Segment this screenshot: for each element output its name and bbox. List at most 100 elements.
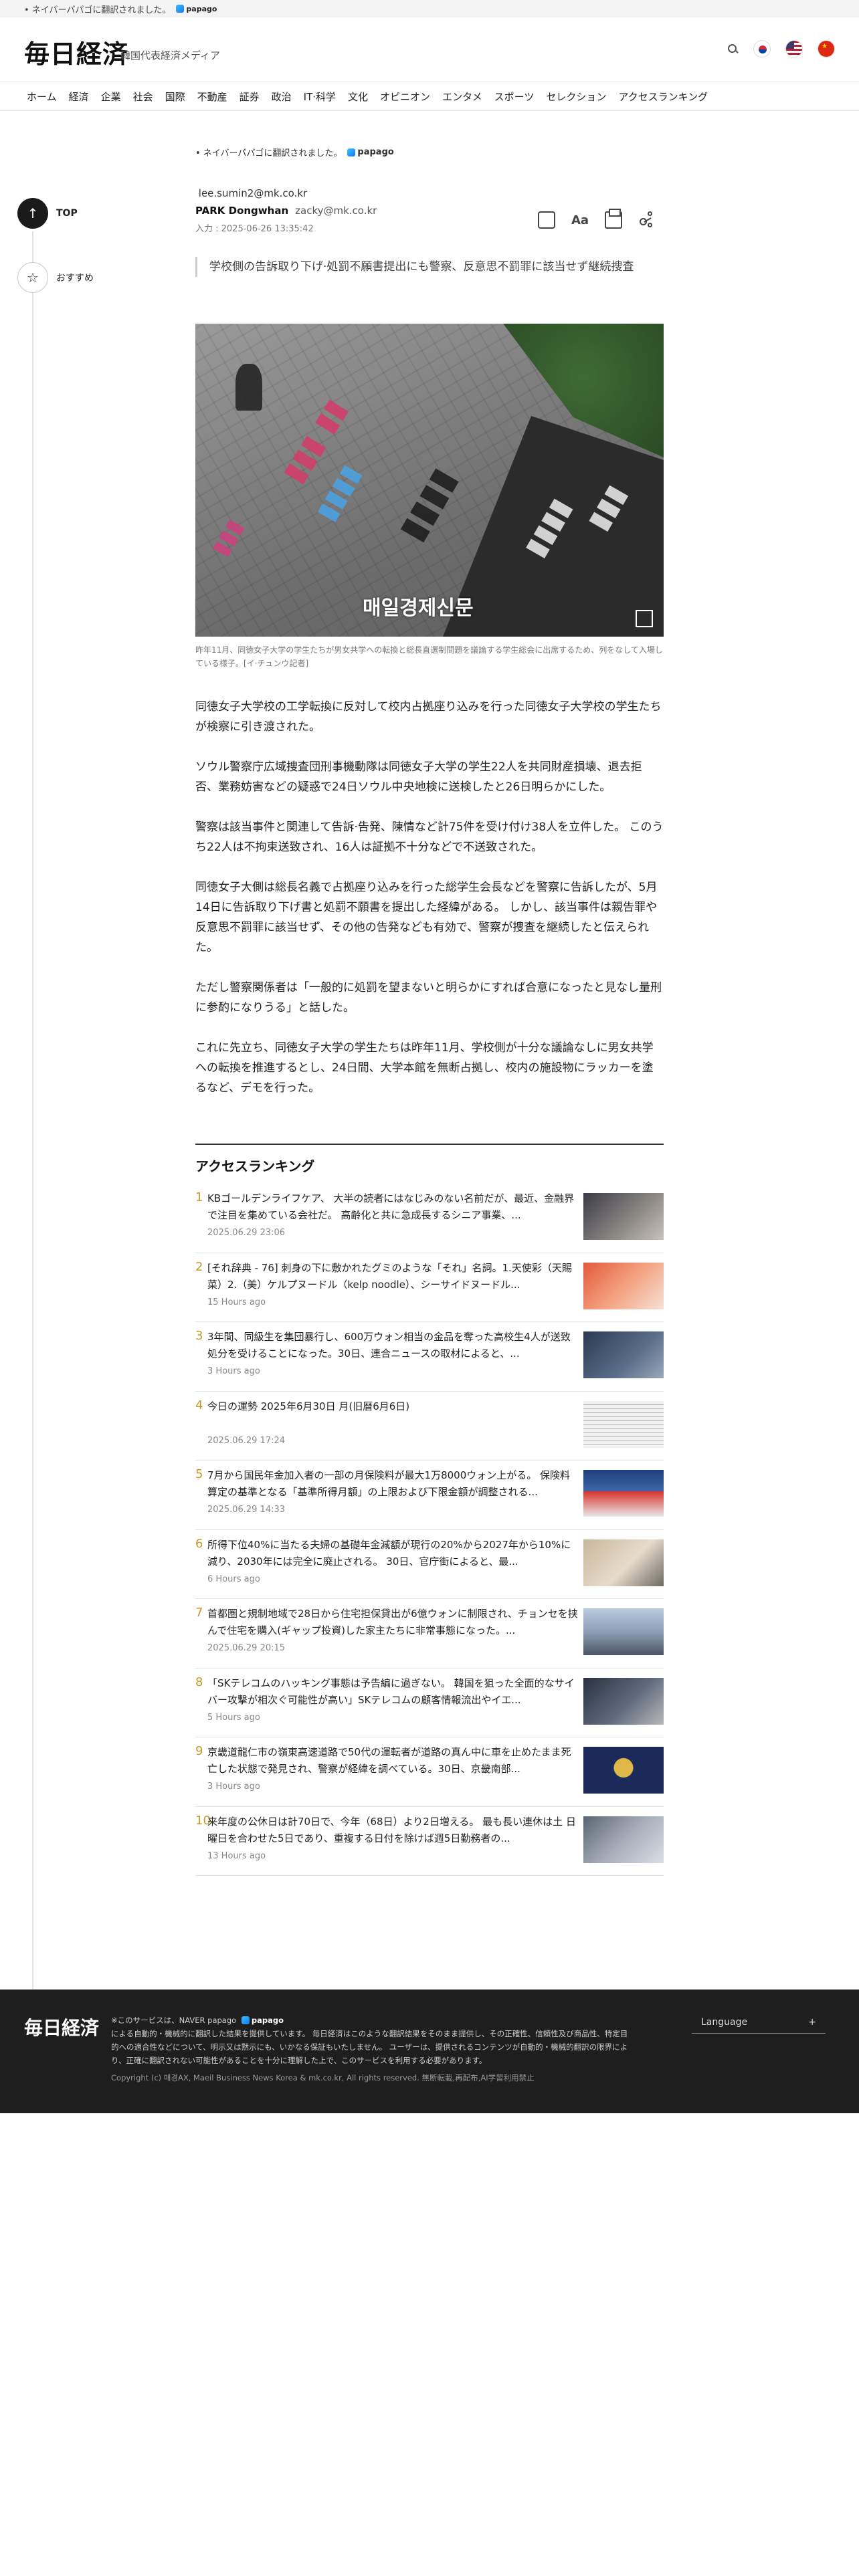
site-header: 毎日経済 韓国代表経済メディア (0, 17, 859, 82)
print-icon[interactable] (605, 209, 622, 229)
ranking-item[interactable]: 9 京畿道龍仁市の嶺東高速道路で50代の運転者が道路の真ん中に車を止めたまま死亡… (195, 1737, 664, 1807)
recommend-label: おすすめ (56, 273, 94, 284)
nav-item-economy[interactable]: 経済 (69, 90, 89, 104)
ranking-time: 2025.06.29 17:24 (207, 1435, 286, 1446)
star-icon[interactable]: ☆ (17, 262, 48, 293)
ranking-item[interactable]: 4 今日の運勢 2025年6月30日 月(旧暦6月6日) 2025.06.29 … (195, 1392, 664, 1461)
ranking-time: 6 Hours ago (207, 1574, 260, 1584)
ranking-divider (195, 1144, 664, 1145)
footer-copyright: Copyright (c) 매경AX, Maeil Business News … (111, 2073, 535, 2082)
nav-item-opinion[interactable]: オピニオン (380, 90, 430, 104)
scroll-top-control[interactable]: ↑ TOP (17, 198, 78, 229)
nav-item-realestate[interactable]: 不動産 (197, 90, 227, 104)
footer-papago-badge: papago (239, 2014, 284, 2027)
ranking-number: 8 (195, 1675, 203, 1689)
us-flag-icon[interactable] (785, 40, 803, 58)
article-body: 同徳女子大学校の工学転換に反対して校内占拠座り込みを行った同徳女子大学校の学生た… (195, 697, 664, 1118)
language-select[interactable]: Language + (692, 2011, 826, 2034)
china-flag-icon[interactable] (818, 40, 835, 58)
ranking-thumbnail[interactable] (583, 1608, 664, 1655)
ranking-item[interactable]: 6 所得下位40%に当たる夫婦の基礎年金減額が現行の20%から2027年から10… (195, 1530, 664, 1599)
article-paragraph: ソウル警察庁広域捜査団刑事機動隊は同徳女子大学の学生22人を共同財産損壊、退去拒… (195, 760, 642, 794)
author-email[interactable]: zacky@mk.co.kr (295, 205, 377, 217)
expand-icon[interactable] (636, 610, 653, 627)
article-papago-label: papago (357, 147, 394, 157)
photo-caption: 昨年11月、同徳女子大学の学生たちが男女共学への転換と総長直選制問題を議論する学… (195, 645, 663, 668)
nav-item-culture[interactable]: 文化 (348, 90, 368, 104)
ranking-time: 3 Hours ago (207, 1782, 260, 1792)
nav-item-home[interactable]: ホーム (27, 90, 57, 104)
korean-flag-icon[interactable] (753, 40, 771, 58)
translation-notice-bar: • ネイバーパパゴに翻訳されました。 papago (0, 0, 859, 17)
ranking-thumbnail[interactable] (583, 1262, 664, 1309)
ranking-number: 10 (195, 1813, 211, 1828)
ranking-thumbnail[interactable] (583, 1470, 664, 1517)
nav-item-sports[interactable]: スポーツ (494, 90, 535, 104)
font-size-icon[interactable]: Aa (571, 211, 589, 229)
share-dot (648, 223, 652, 227)
ranking-item[interactable]: 7 首都圏と規制地域で28日から住宅担保貸出が6億ウォンに制限され、チョンセを挟… (195, 1599, 664, 1669)
reporter-email-1[interactable]: lee.sumin2@mk.co.kr (199, 187, 307, 199)
ranking-item[interactable]: 1 KBゴールデンライフケア、 大半の読者にはなじみのない名前だが、最近、金融界… (195, 1184, 664, 1253)
ranking-headline[interactable]: [それ辞典 - 76] 刺身の下に敷かれたグミのような「それ」名詞。1.天使彩（… (207, 1260, 579, 1293)
ranking-title: アクセスランキング (195, 1158, 315, 1174)
search-icon[interactable] (727, 43, 739, 55)
site-logo[interactable]: 毎日経済 (24, 33, 128, 70)
ranking-number: 4 (195, 1398, 203, 1412)
article-subtitle: 学校側の告訴取り下げ·処罰不願書提出にも警察、反意思不罰罪に該当せず継続捜査 (195, 257, 657, 277)
article-paragraph: ただし警察関係者は「一般的に処罰を望まないと明らかにすれば合意になったと見なし量… (195, 981, 662, 1014)
ranking-number: 9 (195, 1744, 203, 1758)
nav-item-entertainment[interactable]: エンタメ (442, 90, 482, 104)
ranking-time: 2025.06.29 14:33 (207, 1505, 286, 1515)
nav-item-world[interactable]: 国際 (165, 90, 185, 104)
share-icon[interactable] (638, 211, 656, 229)
article-photo[interactable]: ▮▮▮ ▮▮ ▮▮▮▮ ▮▮▮▮ ▮▮▮▮ ▮▮▮ ▮▮▮ 매일경제신문 (195, 324, 664, 637)
ranking-thumbnail[interactable] (583, 1331, 664, 1378)
footer-notice-text: による自動的・機械的に翻訳した結果を提供しています。 毎日経済はこのような翻訳結… (111, 2029, 628, 2065)
ranking-number: 3 (195, 1329, 203, 1343)
ranking-time: 15 Hours ago (207, 1297, 266, 1307)
translate-icon[interactable] (538, 211, 555, 229)
ranking-headline[interactable]: KBゴールデンライフケア、 大半の読者にはなじみのない名前だが、最近、金融界で注… (207, 1190, 579, 1224)
ranking-number: 7 (195, 1606, 203, 1620)
nav-item-selection[interactable]: セレクション (546, 90, 606, 104)
nav-item-stocks[interactable]: 証券 (240, 90, 260, 104)
ranking-thumbnail[interactable] (583, 1677, 664, 1725)
footer-logo[interactable]: 毎日経済 (24, 2014, 99, 2040)
ranking-headline[interactable]: 今日の運勢 2025年6月30日 月(旧暦6月6日) (207, 1398, 579, 1415)
recommend-control[interactable]: ☆ おすすめ (17, 262, 94, 293)
ranking-time: 2025.06.29 23:06 (207, 1228, 286, 1238)
papago-label: papago (186, 4, 217, 13)
ranking-item[interactable]: 3 3年間、同級生を集団暴行し、600万ウォン相当の金品を奪った高校生4人が送致… (195, 1322, 664, 1392)
ranking-thumbnail[interactable] (583, 1193, 664, 1240)
ranking-headline[interactable]: 3年間、同級生を集団暴行し、600万ウォン相当の金品を奪った高校生4人が送致処分… (207, 1329, 579, 1362)
arrow-up-icon[interactable]: ↑ (17, 198, 48, 229)
main-nav: ホーム 経済 企業 社会 国際 不動産 証券 政治 IT·科学 文化 オピニオン… (0, 82, 859, 111)
ranking-item[interactable]: 10 来年度の公休日は計70日で、今年（68日）より2日増える。 最も長い連休は… (195, 1807, 664, 1876)
nav-item-society[interactable]: 社会 (133, 90, 153, 104)
ranking-thumbnail[interactable] (583, 1400, 664, 1448)
ranking-thumbnail[interactable] (583, 1539, 664, 1586)
footer-notice-lead: ※このサービスは、NAVER papago (111, 2016, 237, 2025)
ranking-headline[interactable]: 「SKテレコムのハッキング事態は予告編に過ぎない。 韓国を狙った全面的なサイバー… (207, 1675, 579, 1709)
ranking-thumbnail[interactable] (583, 1747, 664, 1794)
ranking-item[interactable]: 8 「SKテレコムのハッキング事態は予告編に過ぎない。 韓国を狙った全面的なサイ… (195, 1669, 664, 1737)
ranking-headline[interactable]: 7月から国民年金加入者の一部の月保険料が最大1万8000ウォン上がる。 保険料算… (207, 1467, 579, 1501)
header-icons (727, 40, 835, 58)
ranking-headline[interactable]: 所得下位40%に当たる夫婦の基礎年金減額が現行の20%から2027年から10%に… (207, 1537, 579, 1570)
photo-pedestrian (235, 364, 262, 411)
side-rail-line (32, 231, 33, 2060)
ranking-headline[interactable]: 来年度の公休日は計70日で、今年（68日）より2日増える。 最も長い連休は土 日… (207, 1814, 579, 1847)
ranking-item[interactable]: 5 7月から国民年金加入者の一部の月保険料が最大1万8000ウォン上がる。 保険… (195, 1461, 664, 1530)
papago-icon (176, 5, 185, 13)
nav-item-it-science[interactable]: IT·科学 (304, 90, 336, 104)
nav-item-ranking[interactable]: アクセスランキング (618, 90, 708, 104)
ranking-number: 1 (195, 1190, 203, 1204)
ranking-headline[interactable]: 京畿道龍仁市の嶺東高速道路で50代の運転者が道路の真ん中に車を止めたまま死亡した… (207, 1744, 579, 1778)
ranking-thumbnail[interactable] (583, 1816, 664, 1863)
nav-item-business[interactable]: 企業 (101, 90, 121, 104)
ranking-headline[interactable]: 首都圏と規制地域で28日から住宅担保貸出が6億ウォンに制限され、チョンセを挟んで… (207, 1606, 579, 1639)
ranking-item[interactable]: 2 [それ辞典 - 76] 刺身の下に敷かれたグミのような「それ」名詞。1.天使… (195, 1253, 664, 1322)
article-tools: Aa (538, 209, 656, 229)
nav-item-politics[interactable]: 政治 (272, 90, 292, 104)
